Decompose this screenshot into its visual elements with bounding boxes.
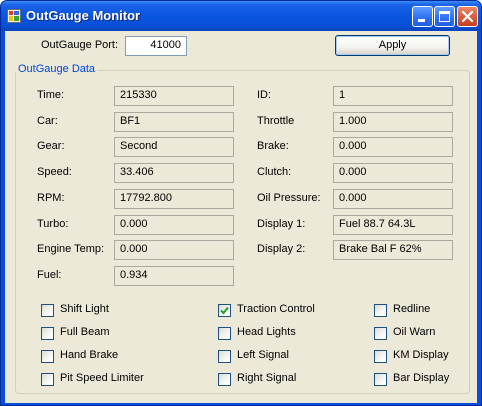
minimize-button[interactable] bbox=[412, 6, 433, 27]
field-label-brake: Brake: bbox=[257, 140, 289, 153]
checkbox-unchecked-icon[interactable] bbox=[41, 327, 54, 340]
title-bar[interactable]: OutGauge Monitor bbox=[1, 1, 481, 31]
field-value-oil-pressure: 0.000 bbox=[333, 188, 453, 209]
app-icon bbox=[7, 9, 21, 23]
checkbox-checked-icon[interactable] bbox=[218, 304, 231, 317]
maximize-icon bbox=[439, 11, 450, 22]
checkbox-unchecked-icon[interactable] bbox=[41, 350, 54, 363]
checkbox-label: Full Beam bbox=[60, 326, 110, 338]
checkbox-label: Redline bbox=[393, 303, 431, 315]
checkbox-label: Oil Warn bbox=[393, 326, 436, 338]
checkbox-label: KM Display bbox=[393, 349, 449, 361]
field-label-fuel: Fuel: bbox=[37, 268, 62, 281]
close-button[interactable] bbox=[457, 6, 478, 27]
checkbox-label: Head Lights bbox=[237, 326, 296, 338]
checkbox-label: Left Signal bbox=[237, 349, 289, 361]
checkbox-label: Right Signal bbox=[237, 372, 297, 384]
field-value-turbo: 0.000 bbox=[114, 214, 234, 235]
checkbox-label: Traction Control bbox=[237, 303, 315, 315]
checkbox-unchecked-icon[interactable] bbox=[374, 304, 387, 317]
field-value-display-1: Fuel 88.7 64.3L bbox=[333, 214, 453, 235]
checkbox-unchecked-icon[interactable] bbox=[218, 327, 231, 340]
field-value-time: 215330 bbox=[114, 86, 234, 106]
field-value-gear: Second bbox=[114, 137, 234, 158]
close-icon bbox=[461, 10, 474, 23]
checkbox-unchecked-icon[interactable] bbox=[218, 350, 231, 363]
group-title: OutGauge Data bbox=[16, 63, 98, 75]
field-label-oil-pressure: Oil Pressure: bbox=[257, 191, 321, 204]
checkbox-unchecked-icon[interactable] bbox=[374, 350, 387, 363]
checkmark-icon bbox=[220, 306, 229, 315]
window-title: OutGauge Monitor bbox=[26, 8, 141, 23]
field-label-id: ID: bbox=[257, 89, 272, 101]
field-value-throttle: 1.000 bbox=[333, 111, 453, 132]
field-value-clutch: 0.000 bbox=[333, 163, 453, 184]
port-label: OutGauge Port: bbox=[41, 39, 119, 51]
field-value-display-2: Brake Bal F 62% bbox=[333, 240, 453, 261]
field-label-clutch: Clutch: bbox=[257, 166, 292, 179]
field-value-id: 1 bbox=[333, 86, 453, 106]
apply-button[interactable]: Apply bbox=[335, 35, 450, 56]
field-label-display-1: Display 1: bbox=[257, 217, 306, 230]
field-label-display-2: Display 2: bbox=[257, 243, 306, 256]
checkbox-label: Shift Light bbox=[60, 303, 109, 315]
field-label-throttle: Throttle bbox=[257, 114, 295, 127]
checkbox-unchecked-icon[interactable] bbox=[374, 327, 387, 340]
field-value-brake: 0.000 bbox=[333, 137, 453, 158]
maximize-button[interactable] bbox=[434, 6, 455, 27]
checkbox-unchecked-icon[interactable] bbox=[218, 373, 231, 386]
field-value-car: BF1 bbox=[114, 111, 234, 132]
port-input[interactable]: 41000 bbox=[125, 36, 187, 56]
field-value-fuel: 0.934 bbox=[114, 265, 234, 286]
checkbox-label: Pit Speed Limiter bbox=[60, 372, 144, 384]
checkbox-unchecked-icon[interactable] bbox=[41, 373, 54, 386]
checkbox-unchecked-icon[interactable] bbox=[41, 304, 54, 317]
field-label-gear: Gear: bbox=[37, 140, 65, 153]
minimize-icon bbox=[418, 19, 425, 22]
checkbox-unchecked-icon[interactable] bbox=[374, 373, 387, 386]
field-value-speed: 33.406 bbox=[114, 163, 234, 184]
field-value-rpm: 17792.800 bbox=[114, 188, 234, 209]
client-area: OutGauge Port: 41000 Apply OutGauge Data… bbox=[5, 31, 477, 403]
checkbox-label: Bar Display bbox=[393, 372, 450, 384]
field-label-car: Car: bbox=[37, 114, 58, 127]
field-label-rpm: RPM: bbox=[37, 191, 65, 204]
field-label-speed: Speed: bbox=[37, 166, 72, 179]
field-label-turbo: Turbo: bbox=[37, 217, 69, 230]
checkbox-label: Hand Brake bbox=[60, 349, 119, 361]
field-label-time: Time: bbox=[37, 89, 65, 101]
field-value-engine-temp: 0.000 bbox=[114, 240, 234, 261]
field-label-engine-temp: Engine Temp: bbox=[37, 243, 105, 256]
app-window: OutGauge Monitor OutGauge Port: 41000 Ap… bbox=[0, 0, 482, 406]
